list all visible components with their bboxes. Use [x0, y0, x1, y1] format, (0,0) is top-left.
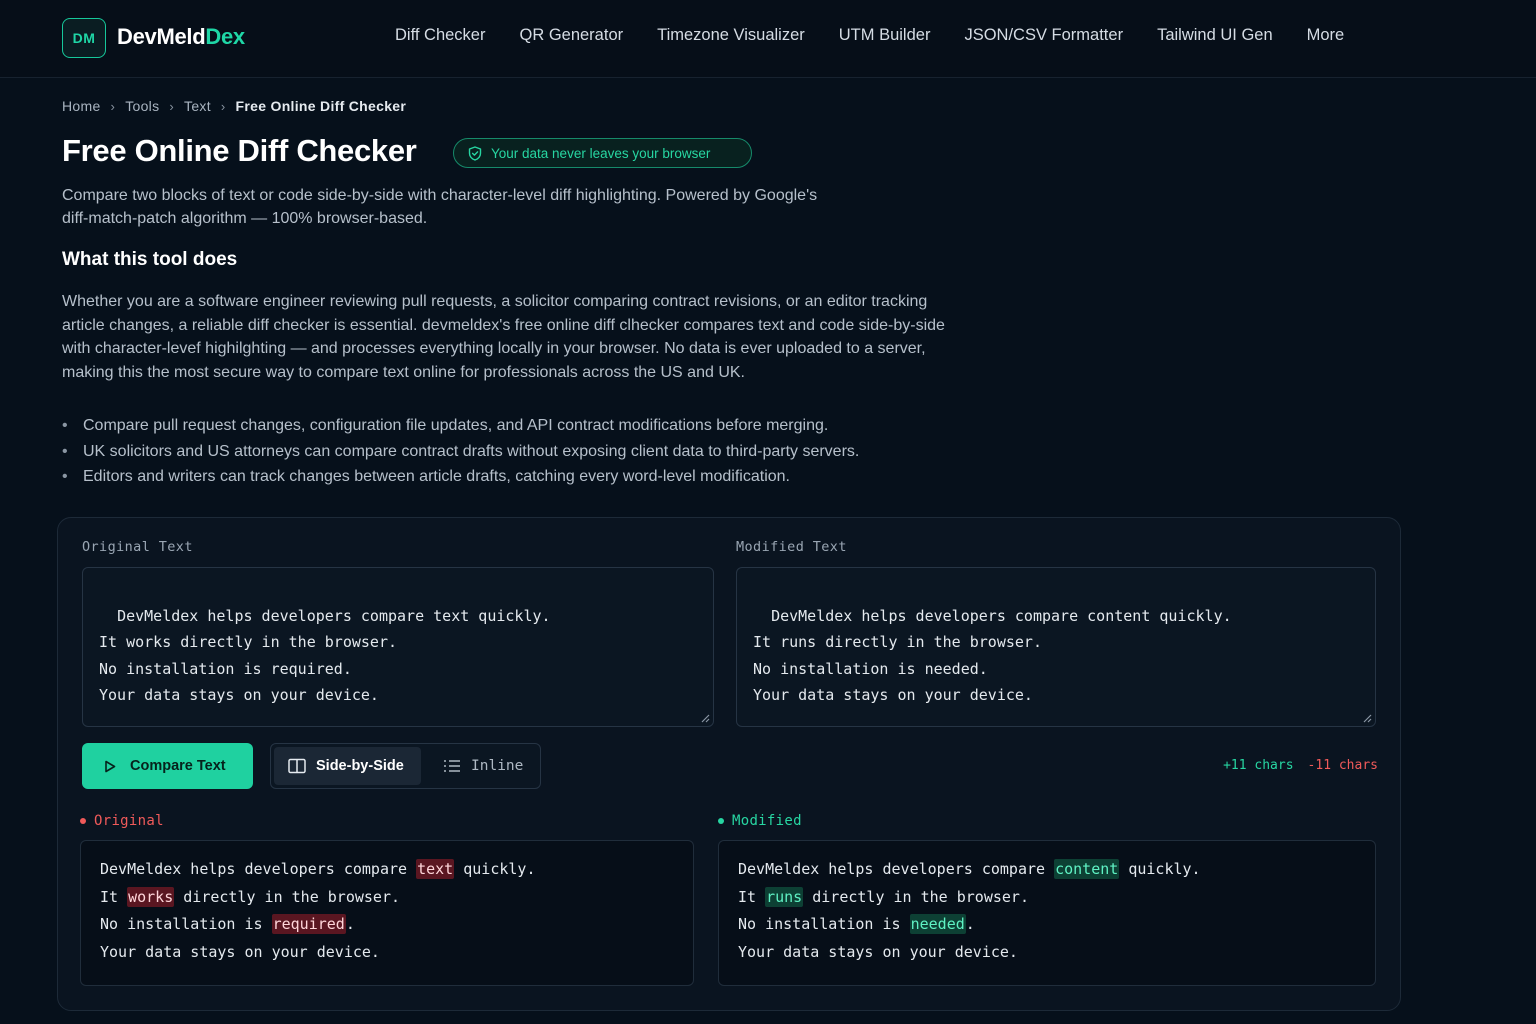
breadcrumb-text[interactable]: Text	[184, 98, 211, 114]
nav-item-diff-checker[interactable]: Diff Checker	[395, 26, 485, 45]
nav-item-json-csv-formatter[interactable]: JSON/CSV Formatter	[964, 26, 1123, 45]
main-nav: Diff Checker QR Generator Timezone Visua…	[395, 26, 1378, 45]
diff-segment: DevMeldex helps developers compare	[738, 860, 1055, 878]
logo-wordmark[interactable]: DevMeldDex	[117, 24, 245, 50]
diff-segment: It	[738, 887, 766, 906]
list-item: UK solicitors and US attorneys can compa…	[62, 441, 1002, 467]
shield-check-icon	[468, 145, 482, 161]
result-original-label-text: Original	[94, 813, 164, 829]
chars-added-count: +11 chars	[1223, 758, 1294, 773]
diff-line: DevMeldex helps developers compare conte…	[738, 856, 1356, 884]
chars-removed-count: -11 chars	[1307, 758, 1378, 773]
diff-segment: quickly.	[454, 860, 536, 878]
privacy-badge: Your data never leaves your browser	[453, 138, 752, 168]
result-modified-label: Modified	[718, 813, 802, 829]
resize-handle-icon[interactable]	[1362, 713, 1372, 723]
list-item: Compare pull request changes, configurat…	[62, 415, 1002, 441]
nav-item-qr-generator[interactable]: QR Generator	[519, 26, 623, 45]
breadcrumb-separator: ›	[110, 98, 116, 114]
page-subtitle: Compare two blocks of text or code side-…	[62, 187, 818, 227]
diff-segment: Your data stays on your device.	[738, 942, 1018, 961]
page-title: Free Online Diff Checker	[62, 133, 417, 168]
nav-item-timezone-visualizer[interactable]: Timezone Visualizer	[657, 26, 805, 45]
inserted-segment: content	[1054, 859, 1120, 879]
diff-segment: No installation is	[738, 915, 910, 933]
diff-segment: directly in the browser.	[174, 887, 401, 906]
original-text-value: DevMeldex helps developers compare text …	[99, 606, 551, 705]
use-case-list: Compare pull request changes, configurat…	[62, 415, 1002, 492]
deleted-segment: works	[127, 886, 175, 907]
list-item: Editors and writers can track changes be…	[62, 466, 1002, 492]
view-side-by-side-option[interactable]: Side-by-Side	[274, 747, 421, 785]
diff-result-modified: DevMeldex helps developers compare conte…	[718, 840, 1376, 986]
columns-icon	[288, 758, 306, 774]
modified-text-value: DevMeldex helps developers compare conte…	[753, 606, 1232, 705]
top-navigation-bar: DM DevMeldDex Diff Checker QR Generator …	[0, 0, 1536, 78]
play-icon	[105, 760, 116, 772]
logo-badge[interactable]: DM	[62, 18, 106, 58]
section-body: Whether you are a software engineer revi…	[62, 293, 945, 381]
diff-line: No installation is required.	[100, 911, 674, 939]
logo-wordmark-accent: Dex	[205, 24, 245, 49]
view-side-by-side-label: Side-by-Side	[316, 758, 404, 774]
diff-segment: .	[965, 915, 975, 933]
diff-line: Your data stays on your device.	[738, 939, 1356, 967]
privacy-badge-label: Your data never leaves your browser	[491, 145, 711, 161]
logo-wordmark-main: DevMeld	[117, 24, 206, 49]
breadcrumb-current: Free Online Diff Checker	[235, 98, 407, 114]
original-text-input[interactable]: DevMeldex helps developers compare text …	[82, 567, 714, 727]
inserted-segment: needed	[909, 914, 966, 934]
deleted-dot-icon	[80, 818, 86, 824]
result-original-label: Original	[80, 813, 164, 829]
section-heading: What this tool does	[62, 249, 238, 270]
diff-line: DevMeldex helps developers compare text …	[100, 856, 674, 884]
diff-segment: DevMeldex helps developers compare	[100, 860, 417, 878]
diff-segment: No installation is	[100, 915, 272, 933]
nav-item-utm-builder[interactable]: UTM Builder	[839, 26, 931, 45]
resize-handle-icon[interactable]	[700, 713, 710, 723]
compare-text-button-label: Compare Text	[130, 758, 226, 774]
diff-segment: Your data stays on your device.	[100, 942, 380, 961]
diff-line: Your data stays on your device.	[100, 939, 674, 967]
nav-item-tailwind-ui-gen[interactable]: Tailwind UI Gen	[1157, 26, 1273, 45]
view-mode-toggle: Side-by-Side Inline	[270, 743, 541, 789]
diff-segment: .	[345, 915, 355, 933]
result-modified-label-text: Modified	[732, 813, 802, 829]
breadcrumb: Home › Tools › Text › Free Online Diff C…	[62, 98, 406, 114]
inserted-segment: runs	[765, 886, 804, 907]
diff-line: No installation is needed.	[738, 911, 1356, 939]
deleted-segment: text	[416, 859, 455, 879]
diff-stats: +11 chars -11 chars	[1223, 758, 1378, 773]
breadcrumb-tools[interactable]: Tools	[125, 98, 159, 114]
view-inline-option[interactable]: Inline	[421, 747, 537, 785]
original-text-label: Original Text	[82, 539, 193, 555]
list-icon	[444, 760, 460, 772]
nav-item-more[interactable]: More	[1307, 26, 1345, 45]
modified-text-input[interactable]: DevMeldex helps developers compare conte…	[736, 567, 1376, 727]
breadcrumb-separator: ›	[220, 98, 226, 114]
diff-segment: It	[100, 887, 128, 906]
added-dot-icon	[718, 818, 724, 824]
modified-text-label: Modified Text	[736, 539, 847, 555]
diff-line: It runs directly in the browser.	[738, 884, 1356, 912]
diff-result-original: DevMeldex helps developers compare text …	[80, 840, 694, 986]
breadcrumb-separator: ›	[169, 98, 175, 114]
deleted-segment: required	[271, 914, 346, 934]
diff-line: It works directly in the browser.	[100, 884, 674, 912]
compare-text-button[interactable]: Compare Text	[82, 743, 253, 789]
diff-segment: quickly.	[1119, 860, 1201, 878]
diff-segment: directly in the browser.	[803, 887, 1029, 906]
breadcrumb-home[interactable]: Home	[62, 98, 101, 114]
view-inline-label: Inline	[471, 758, 524, 774]
